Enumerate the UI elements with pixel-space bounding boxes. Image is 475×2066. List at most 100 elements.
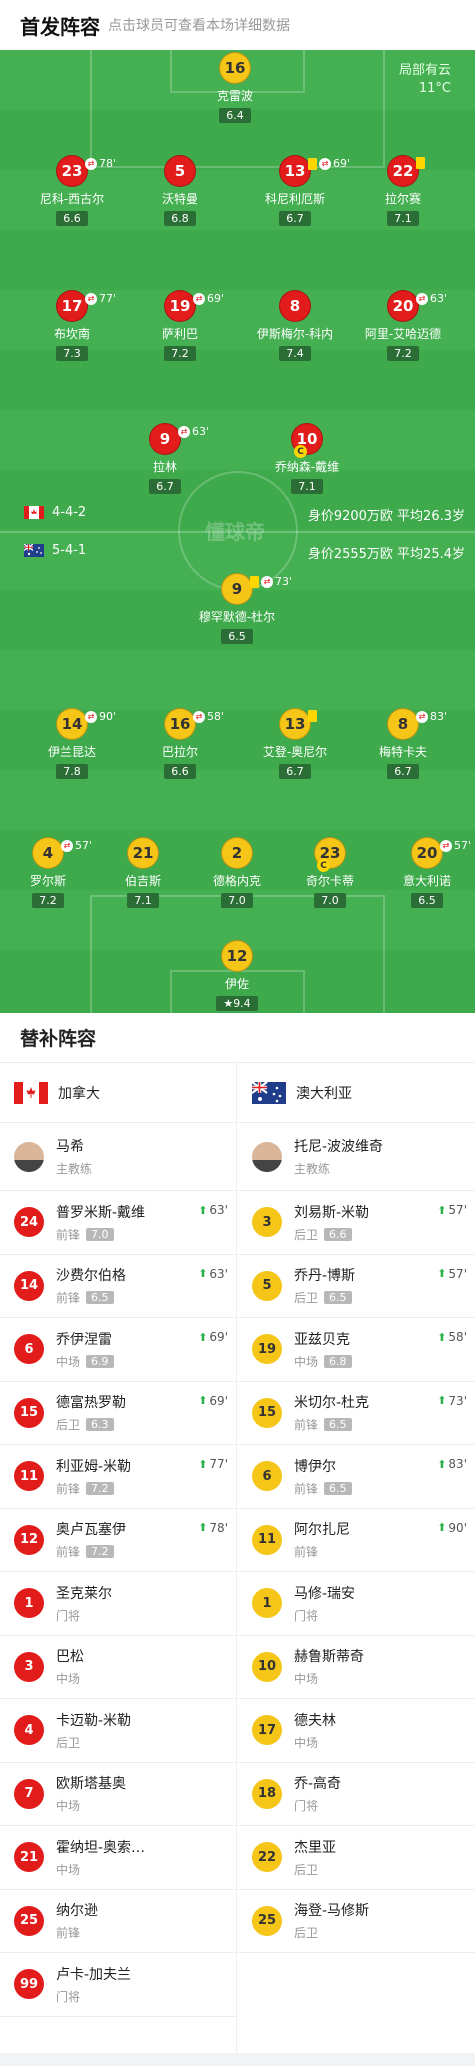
sub-player-name: 卢卡-加夫兰 [56,1966,132,1983]
pitch-player[interactable]: 12 伊佐 ★9.4 [182,940,292,1011]
sub-player-name: 赫鲁斯蒂奇 [294,1649,364,1666]
sub-player-row[interactable]: 10 赫鲁斯蒂奇 中场 [238,1636,475,1699]
pitch-player[interactable]: 16 克雷波 6.4 [180,52,290,123]
sub-player-row[interactable]: 14 沙费尔伯格 前锋 6.5 ⬆ 63' [0,1255,236,1318]
sub-player-row[interactable]: 6 乔伊涅雷 中场 6.9 ⬆ 69' [0,1318,236,1382]
player-rating: 6.8 [164,211,196,226]
pitch-player[interactable]: 16 ⇄ 58' 巴拉尔 6.6 [125,708,235,779]
sub-player-rating: 6.6 [324,1227,352,1241]
page-title: 首发阵容 [20,14,100,39]
home-coach[interactable]: 马希 主教练 [0,1123,236,1191]
pitch-player[interactable]: 20 ⇄ 63' 阿里-艾哈迈德 7.2 [348,290,458,361]
player-number: 5 [164,155,196,187]
sub-player-row[interactable]: 25 纳尔逊 前锋 [0,1890,236,1953]
sub-player-row[interactable]: 25 海登-马修斯 后卫 [238,1890,475,1953]
sub-in-minute: 63' [209,1203,228,1217]
pitch-player[interactable]: 9 ⇄ 73' 穆罕默德-杜尔 6.5 [182,573,292,644]
player-name: 意大利诺 [402,874,451,888]
player-name: 布坎南 [53,327,90,341]
sub-player-row[interactable]: 11 利亚姆-米勒 前锋 7.2 ⬆ 77' [0,1445,236,1509]
pitch-player[interactable]: 8 ⇄ 83' 梅特卡夫 6.7 [348,708,458,779]
sub-in-indicator: ⬆ 63' [198,1203,228,1217]
sub-player-position: 前锋 [56,1227,81,1242]
home-subs-column: 加拿大 马希 主教练 24 普罗米斯-戴维 前锋 7.0 ⬆ 63' 14 沙费尔伯格 前锋 6.… [0,1063,237,2053]
player-name: 伊兰昆达 [47,745,96,759]
player-rating: 6.5 [411,893,443,908]
player-number: 22 [387,155,419,187]
coach-name: 托尼-波波维奇 [294,1139,384,1155]
sub-in-icon: ⬆ [437,1267,447,1280]
sub-player-position: 门将 [56,1989,81,2004]
sub-player-row[interactable]: 15 米切尔-杜克 前锋 6.5 ⬆ 73' [238,1382,475,1445]
pitch-player[interactable]: 8 伊斯梅尔-科内 7.4 [240,290,350,361]
sub-player-name: 德富热罗勒 [56,1395,126,1412]
player-rating: 6.6 [164,764,196,779]
pitch-player[interactable]: 17 ⇄ 77' 布坎南 7.3 [17,290,127,361]
sub-player-row[interactable]: 99 卢卡-加夫兰 门将 [0,1953,236,2017]
sub-out-icon: ⇄ [85,157,97,170]
sub-out-icon: ⇄ [85,292,97,305]
sub-player-position: 前锋 [56,1291,81,1306]
away-coach[interactable]: 托尼-波波维奇 主教练 [238,1123,475,1191]
sub-player-row[interactable]: 22 杰里亚 后卫 [238,1826,475,1890]
sub-player-position: 中场 [56,1672,81,1687]
sub-player-row[interactable]: 7 欧斯塔基奥 中场 [0,1763,236,1826]
away-team-header[interactable]: 澳大利亚 [238,1063,475,1123]
sub-player-row[interactable]: 11 阿尔扎尼 前锋 ⬆ 90' [238,1509,475,1572]
sub-in-icon: ⬆ [437,1330,447,1344]
sub-in-minute: 90' [448,1520,467,1535]
player-name: 巴拉尔 [161,745,198,759]
sub-player-row[interactable]: 17 德夫林 中场 [238,1699,475,1763]
sub-in-indicator: ⬆ 69' [198,1394,228,1408]
sub-player-row[interactable]: 18 乔-高奇 门将 [238,1763,475,1826]
pitch-player[interactable]: 13 艾登-奥尼尔 6.7 [240,708,350,779]
pitch-player[interactable]: 20 ⇄ 57' 意大利诺 6.5 [372,837,475,908]
sub-player-row[interactable]: 3 巴松 中场 [0,1636,236,1699]
player-name: 科尼利厄斯 [264,192,325,206]
sub-out-icon: ⇄ [261,575,273,588]
player-rating: 7.1 [387,211,419,226]
sub-player-name: 杰里亚 [294,1839,336,1856]
pitch-player[interactable]: 14 ⇄ 90' 伊兰昆达 7.8 [17,708,127,779]
sub-player-row[interactable]: 1 马修-瑞安 门将 [238,1572,475,1636]
sub-player-row[interactable]: 21 霍纳坦-奥索… 中场 [0,1826,236,1890]
player-number: 4 [32,837,64,869]
sub-player-row[interactable]: 24 普罗米斯-戴维 前锋 7.0 ⬆ 63' [0,1191,236,1255]
sub-player-row[interactable]: 1 圣克莱尔 门将 [0,1572,236,1636]
canada-flag-icon [14,1081,48,1104]
sub-player-row[interactable]: 4 卡迈勒-米勒 后卫 [0,1699,236,1763]
sub-in-indicator: ⬆ 78' [198,1521,228,1535]
sub-player-number: 1 [14,1588,44,1619]
sub-out-icon: ⇄ [85,710,97,723]
sub-player-row[interactable]: 3 刘易斯-米勒 后卫 6.6 ⬆ 57' [238,1191,475,1255]
sub-player-row[interactable]: 6 博伊尔 前锋 6.5 ⬆ 83' [238,1445,475,1509]
home-formation-text: 4-4-2 [52,505,87,520]
yellow-card-icon [250,575,259,588]
sub-player-name: 霍纳坦-奥索… [56,1839,146,1856]
home-team-header[interactable]: 加拿大 [0,1063,236,1123]
sub-player-row[interactable]: 12 奥卢瓦塞伊 前锋 7.2 ⬆ 78' [0,1509,236,1572]
pitch-player[interactable]: 13 ⇄ 69' 科尼利厄斯 6.7 [240,155,350,226]
sub-player-row[interactable]: 19 亚兹贝克 中场 6.8 ⬆ 58' [238,1318,475,1382]
sub-in-indicator: ⬆ 57' [437,1203,467,1217]
player-event: ⇄ 57' [440,839,471,852]
pitch-player[interactable]: 22 拉尔赛 7.1 [348,155,458,226]
pitch-player[interactable]: 9 ⇄ 63' 拉林 6.7 [110,423,220,494]
sub-player-name: 亚兹贝克 [294,1331,350,1348]
pitch-player[interactable]: 23 ⇄ 78' 尼科-西古尔 6.6 [17,155,127,226]
sub-player-number: 12 [14,1524,44,1555]
sub-minute: 77' [99,292,117,305]
player-event: ⇄ 78' [85,157,116,170]
pitch-player[interactable]: 19 ⇄ 69' 萨利巴 7.2 [125,290,235,361]
pitch-player[interactable]: 10 C 乔纳森-戴维 7.1 [252,423,362,494]
lineup-header: 首发阵容 点击球员可查看本场详细数据 [0,0,475,50]
sub-player-position: 中场 [294,1672,319,1687]
player-name: 克雷波 [216,89,253,103]
sub-player-number: 19 [252,1334,282,1365]
pitch-player[interactable]: 23 C 奇尔卡蒂 7.0 [275,837,385,908]
pitch-player[interactable]: 5 沃特曼 6.8 [125,155,235,226]
rating-value: 6.5 [418,894,436,907]
sub-player-row[interactable]: 5 乔丹-博斯 后卫 6.5 ⬆ 57' [238,1255,475,1318]
player-rating: 6.7 [279,764,311,779]
sub-player-row[interactable]: 15 德富热罗勒 后卫 6.3 ⬆ 69' [0,1382,236,1445]
